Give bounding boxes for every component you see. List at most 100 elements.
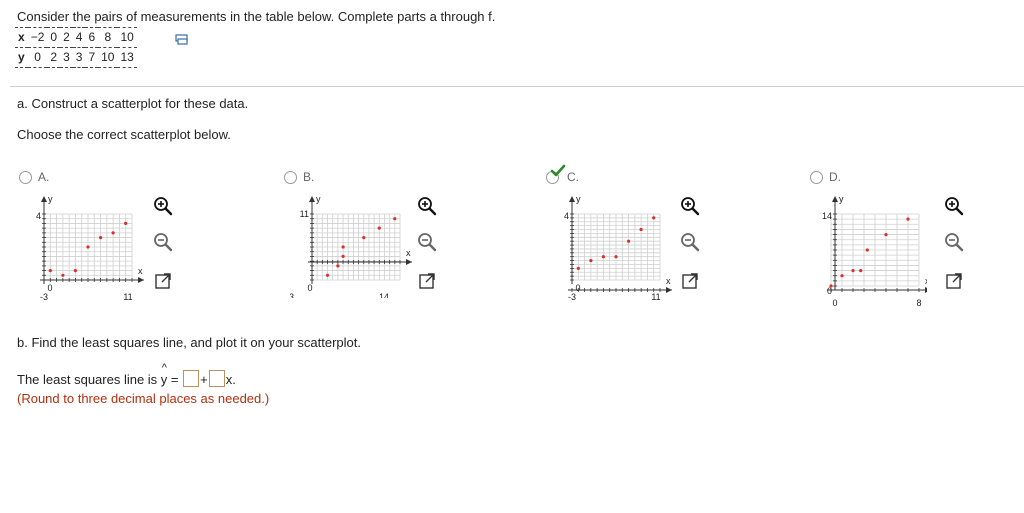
y-axis-label: y	[316, 194, 321, 204]
option-a-zoom-out-button[interactable]	[152, 231, 174, 258]
data-point	[73, 269, 77, 273]
option-b-zoom-in-button[interactable]	[416, 195, 438, 222]
y-cell: 3	[60, 47, 73, 68]
option-c-zoom-in-button[interactable]	[679, 195, 701, 222]
y-cell: 0	[27, 47, 48, 68]
data-point	[393, 217, 397, 221]
x-cell: 4	[72, 27, 86, 48]
y-tick-label: 14	[36, 211, 41, 221]
data-point	[341, 254, 345, 258]
y-axis-label: y	[48, 194, 53, 204]
plus-sign: +	[200, 372, 208, 387]
x-tick-label: 11	[123, 292, 132, 302]
checkmark-icon	[550, 164, 566, 177]
y-hat: ^ y	[160, 362, 168, 387]
data-point	[99, 236, 103, 240]
data-point	[576, 266, 580, 270]
data-point	[362, 236, 366, 240]
x-suffix: x.	[225, 372, 236, 387]
y-cell: 3	[72, 47, 86, 68]
y-axis-arrow	[41, 196, 47, 202]
y-axis-arrow	[309, 196, 315, 202]
zoom-in-icon	[418, 197, 437, 216]
y-tick-label: 14	[822, 211, 832, 221]
y-axis-label: y	[576, 194, 581, 204]
y-axis-arrow	[569, 196, 575, 202]
x-row: x −2 0 2 4 6 8 10	[15, 27, 137, 48]
x-cell: −2	[27, 27, 48, 48]
zoom-out-icon	[945, 233, 964, 252]
data-point	[627, 239, 631, 243]
option-a-label[interactable]: A.	[38, 170, 49, 184]
data-point	[614, 255, 618, 259]
x-tick-label: 14	[379, 292, 389, 298]
option-d-zoom-out-button[interactable]	[943, 231, 965, 258]
x-axis-label: x	[406, 248, 411, 258]
hat-mark: ^	[161, 362, 167, 374]
data-point	[639, 227, 643, 232]
x-tick-label: -3	[290, 292, 294, 298]
data-point	[589, 259, 593, 263]
intercept-input[interactable]	[183, 370, 200, 387]
y-cell: 7	[85, 47, 99, 68]
option-a-popout-button[interactable]	[152, 270, 174, 297]
zoom-out-icon	[154, 233, 173, 252]
x-tick-label: 0	[832, 298, 837, 308]
data-point	[859, 269, 863, 273]
data-table: x −2 0 2 4 6 8 10 y 0 2 3 3 7 10 13	[15, 27, 137, 68]
option-d-label[interactable]: D.	[829, 170, 841, 184]
data-point	[61, 273, 65, 277]
option-c-label[interactable]: C.	[567, 170, 579, 184]
data-point	[851, 269, 855, 273]
y-label: y	[15, 47, 28, 68]
x-axis-label: x	[138, 266, 143, 276]
round-note: (Round to three decimal places as needed…	[17, 391, 270, 406]
option-b-label[interactable]: B.	[303, 170, 314, 184]
option-d-zoom-in-button[interactable]	[943, 195, 965, 222]
origin-label: 0	[307, 283, 312, 293]
y-tick-label: 14	[564, 211, 569, 221]
option-d-popout-button[interactable]	[943, 270, 965, 297]
option-c-zoom-out-button[interactable]	[679, 231, 701, 258]
data-point	[840, 274, 844, 278]
equals-sign: =	[167, 372, 179, 387]
option-c-popout-button[interactable]	[679, 270, 701, 297]
x-axis-label: x	[925, 276, 927, 286]
data-point	[865, 248, 869, 252]
data-point	[86, 245, 90, 249]
data-point	[111, 231, 115, 235]
data-point	[48, 269, 52, 273]
data-point	[652, 216, 656, 220]
data-point	[601, 255, 605, 259]
zoom-in-icon	[154, 197, 173, 216]
x-tick-label: 11	[651, 292, 660, 302]
x-tick-label: 8	[916, 298, 921, 308]
x-cell: 2	[60, 27, 73, 48]
option-d-radio[interactable]	[810, 171, 823, 184]
data-point	[124, 221, 128, 225]
option-b-radio[interactable]	[284, 171, 297, 184]
option-d-scatterplot: xy08140	[822, 194, 927, 308]
slope-input[interactable]	[208, 370, 225, 387]
option-b-zoom-out-button[interactable]	[416, 231, 438, 258]
data-point	[336, 264, 340, 268]
choose-prompt: Choose the correct scatterplot below.	[17, 127, 231, 142]
data-point	[325, 273, 330, 277]
y-axis-label: y	[839, 194, 844, 204]
x-tick-label: -3	[568, 292, 576, 302]
data-point	[884, 233, 888, 237]
option-a-zoom-in-button[interactable]	[152, 195, 174, 222]
x-tick-label: -3	[40, 292, 48, 302]
option-b-scatterplot: x y -3 14 11 0	[290, 194, 412, 298]
x-cell: 8	[98, 27, 118, 48]
part-b-title: b. Find the least squares line, and plot…	[17, 335, 361, 350]
least-squares-sentence: The least squares line is ^ y = + x.	[17, 362, 236, 387]
option-a-radio[interactable]	[19, 171, 32, 184]
x-cell: 10	[117, 27, 137, 48]
x-label: x	[15, 27, 28, 48]
y-tick-label: 11	[300, 209, 309, 219]
table-popout-icon[interactable]	[175, 34, 189, 46]
x-axis-arrow	[138, 277, 144, 283]
option-b-popout-button[interactable]	[416, 270, 438, 297]
data-point	[341, 245, 345, 249]
